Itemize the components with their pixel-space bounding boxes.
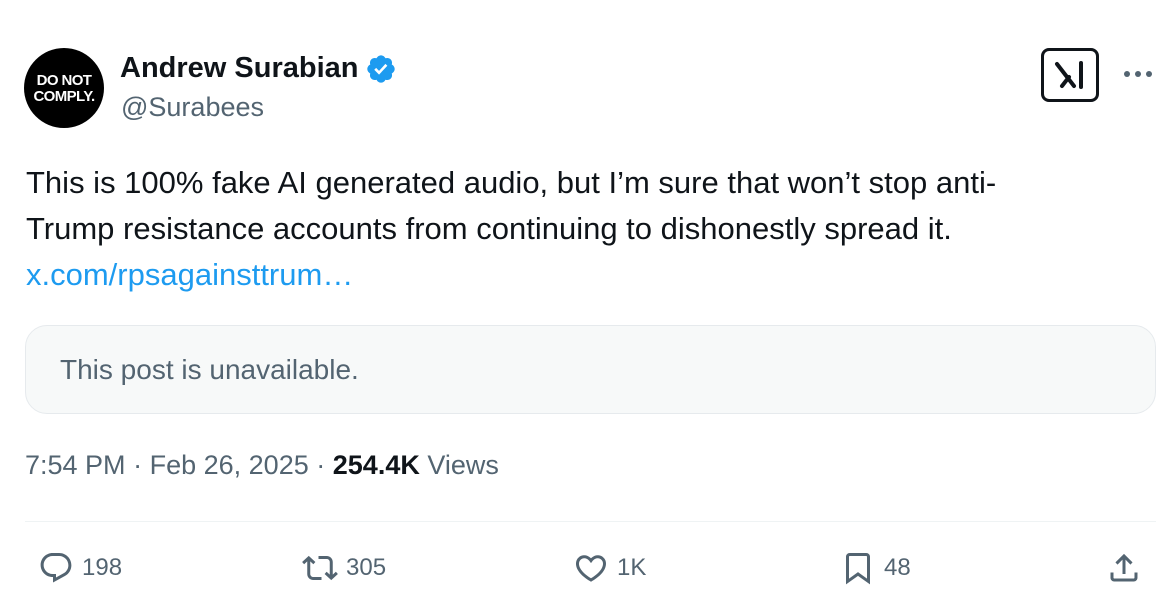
- tweet-link[interactable]: x.com/rpsagainsttrum…: [26, 252, 1156, 298]
- more-icon: [1124, 71, 1152, 77]
- meta-separator: ·: [316, 450, 326, 480]
- like-count: 1K: [617, 554, 647, 581]
- grok-button[interactable]: [1041, 48, 1099, 102]
- like-button[interactable]: 1K: [573, 548, 646, 588]
- repost-icon: [302, 555, 338, 581]
- reply-count: 198: [82, 554, 123, 581]
- bookmark-button[interactable]: 48: [840, 548, 911, 588]
- tweet-time[interactable]: 7:54 PM: [25, 450, 126, 480]
- tweet-date[interactable]: Feb 26, 2025: [150, 450, 309, 480]
- quoted-post-unavailable[interactable]: This post is unavailable.: [25, 325, 1156, 414]
- heart-icon: [575, 555, 607, 582]
- repost-count: 305: [346, 554, 387, 581]
- more-button[interactable]: [1120, 62, 1156, 86]
- tweet-text-line: This is 100% fake AI generated audio, bu…: [26, 165, 997, 200]
- verified-badge-icon: [366, 54, 395, 83]
- avatar-text-line2: COMPLY.: [33, 87, 95, 105]
- views-count: 254.4K: [332, 450, 420, 480]
- handle[interactable]: @Surabees: [121, 92, 264, 123]
- views-label: Views: [427, 450, 499, 480]
- avatar[interactable]: DO NOT COMPLY.: [24, 48, 104, 128]
- display-name-row[interactable]: Andrew Surabian: [120, 52, 397, 85]
- avatar-text-line1: DO NOT: [36, 71, 92, 89]
- divider: [25, 521, 1156, 522]
- share-button[interactable]: [1106, 548, 1142, 588]
- bookmark-count: 48: [884, 554, 911, 581]
- tweet-text: This is 100% fake AI generated audio, bu…: [26, 160, 1156, 298]
- meta-separator: ·: [133, 450, 143, 480]
- tweet-text-line: Trump resistance accounts from continuin…: [26, 211, 952, 246]
- grok-icon: [1055, 61, 1083, 89]
- bookmark-icon: [846, 553, 870, 585]
- tweet-meta: 7:54 PM · Feb 26, 2025 · 254.4K Views: [25, 450, 499, 481]
- unavailable-message: This post is unavailable.: [60, 353, 359, 385]
- reply-button[interactable]: 198: [38, 548, 122, 588]
- share-icon: [1110, 553, 1138, 582]
- reply-icon: [40, 553, 72, 583]
- repost-button[interactable]: 305: [302, 548, 386, 588]
- display-name[interactable]: Andrew Surabian: [120, 52, 359, 85]
